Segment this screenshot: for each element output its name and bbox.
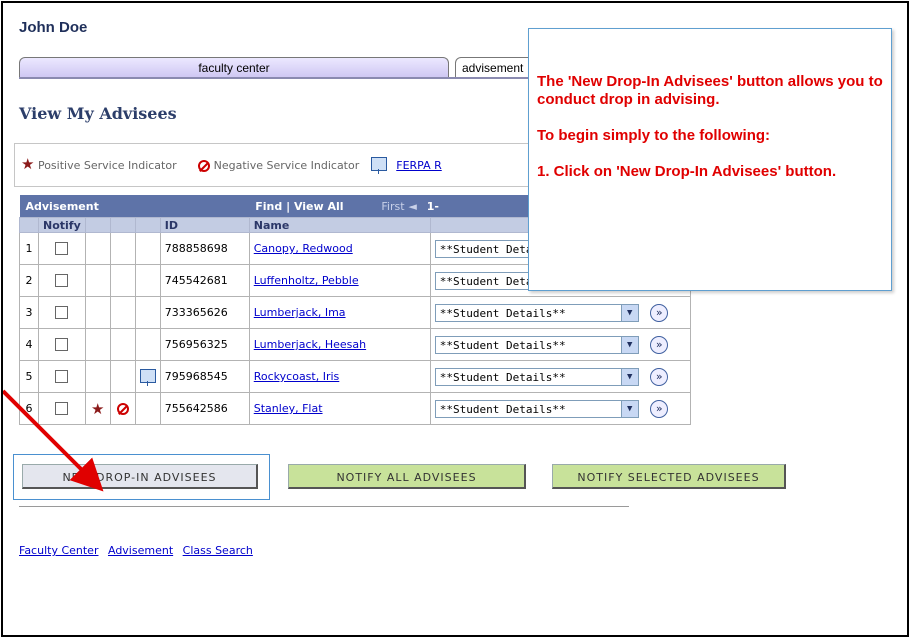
pointer-arrow-line — [3, 389, 104, 492]
screen-frame: John Doe faculty center advisement View … — [1, 1, 909, 637]
pointer-arrow — [3, 389, 104, 492]
